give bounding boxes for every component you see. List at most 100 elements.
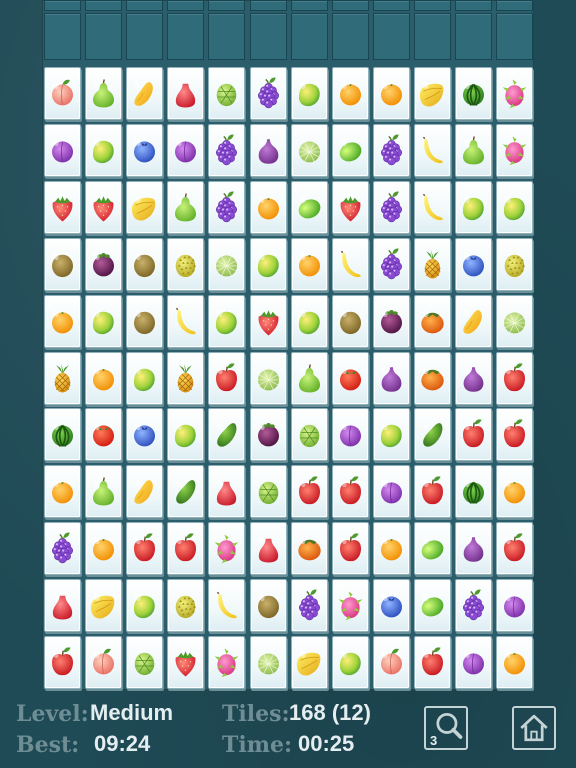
tile-tomato[interactable] [331, 351, 369, 405]
tile-mango[interactable] [290, 294, 328, 348]
tile-cherimoya[interactable] [290, 408, 328, 462]
tile-orange[interactable] [44, 465, 81, 519]
tile-apple[interactable] [413, 636, 451, 689]
tile-grapes[interactable] [44, 522, 81, 576]
tile-mango[interactable] [455, 180, 492, 234]
tile-mangosteen[interactable] [249, 408, 287, 462]
tile-cherimoya[interactable] [126, 636, 164, 689]
tile-cherimoya[interactable] [208, 67, 246, 120]
tile-pear[interactable] [85, 67, 123, 120]
tile-orange[interactable] [372, 522, 410, 576]
tile-persimmon[interactable] [413, 294, 451, 348]
tile-persimmon[interactable] [290, 522, 328, 576]
tile-dragonfruit[interactable] [496, 123, 534, 177]
tile-pear[interactable] [290, 351, 328, 405]
tile-apple[interactable] [167, 522, 205, 576]
tile-lime[interactable] [413, 522, 451, 576]
tile-apple[interactable] [496, 408, 534, 462]
tile-lime[interactable] [331, 123, 369, 177]
tile-apple[interactable] [208, 351, 246, 405]
tile-lime[interactable] [290, 180, 328, 234]
tile-strawberry[interactable] [85, 180, 123, 234]
tile-banana[interactable] [208, 579, 246, 633]
tile-mangosteen[interactable] [372, 294, 410, 348]
tile-watermelon[interactable] [44, 408, 81, 462]
tile-strawberry[interactable] [249, 294, 287, 348]
tile-orange[interactable] [496, 636, 534, 689]
tile-strawberry[interactable] [44, 180, 81, 234]
tile-peach[interactable] [372, 636, 410, 689]
tile-mango[interactable] [331, 636, 369, 689]
tile-melon[interactable] [290, 123, 328, 177]
tile-blueberry[interactable] [455, 237, 492, 291]
tile-apple[interactable] [496, 351, 534, 405]
tile-watermelon[interactable] [455, 465, 492, 519]
tile-orange[interactable] [85, 522, 123, 576]
tile-papaya[interactable] [455, 294, 492, 348]
tile-avocado[interactable] [208, 408, 246, 462]
tile-apple[interactable] [331, 465, 369, 519]
tile-orange[interactable] [496, 465, 534, 519]
tile-strawberry[interactable] [167, 636, 205, 689]
tile-apple[interactable] [455, 408, 492, 462]
tile-mango[interactable] [85, 294, 123, 348]
tile-avocado[interactable] [413, 408, 451, 462]
tile-banana[interactable] [331, 237, 369, 291]
tile-starfruit[interactable] [413, 67, 451, 120]
tile-grapes[interactable] [372, 237, 410, 291]
tile-dragonfruit[interactable] [208, 522, 246, 576]
tile-kiwi[interactable] [126, 237, 164, 291]
tile-mango[interactable] [208, 294, 246, 348]
tile-durian[interactable] [167, 579, 205, 633]
tile-apple[interactable] [413, 465, 451, 519]
tile-melon[interactable] [496, 294, 534, 348]
tile-apple[interactable] [126, 522, 164, 576]
tile-mango[interactable] [496, 180, 534, 234]
tile-grapes[interactable] [208, 123, 246, 177]
tile-apple[interactable] [44, 636, 81, 689]
tile-mangosteen[interactable] [85, 237, 123, 291]
tile-peach[interactable] [85, 636, 123, 689]
tile-wax-apple[interactable] [249, 522, 287, 576]
tile-pear[interactable] [167, 180, 205, 234]
tile-blueberry[interactable] [372, 579, 410, 633]
tile-durian[interactable] [167, 237, 205, 291]
tile-grapes[interactable] [249, 67, 287, 120]
tile-persimmon[interactable] [413, 351, 451, 405]
tile-banana[interactable] [167, 294, 205, 348]
tile-starfruit[interactable] [85, 579, 123, 633]
tile-kiwi[interactable] [331, 294, 369, 348]
tile-orange[interactable] [290, 237, 328, 291]
tile-grapes[interactable] [208, 180, 246, 234]
tile-dragonfruit[interactable] [331, 579, 369, 633]
tile-starfruit[interactable] [126, 180, 164, 234]
tile-avocado[interactable] [167, 465, 205, 519]
tile-dragonfruit[interactable] [208, 636, 246, 689]
tile-wax-apple[interactable] [44, 579, 81, 633]
tile-fig[interactable] [455, 522, 492, 576]
tile-mango[interactable] [85, 123, 123, 177]
tile-kiwi[interactable] [44, 237, 81, 291]
tile-grapes[interactable] [290, 579, 328, 633]
tile-strawberry[interactable] [331, 180, 369, 234]
tile-plum[interactable] [331, 408, 369, 462]
tile-pear[interactable] [455, 123, 492, 177]
tile-pineapple[interactable] [413, 237, 451, 291]
tile-plum[interactable] [167, 123, 205, 177]
tile-lime[interactable] [413, 579, 451, 633]
tile-starfruit[interactable] [290, 636, 328, 689]
tile-plum[interactable] [372, 465, 410, 519]
tile-banana[interactable] [413, 123, 451, 177]
tile-apple[interactable] [331, 522, 369, 576]
tile-watermelon[interactable] [455, 67, 492, 120]
tile-durian[interactable] [496, 237, 534, 291]
tile-banana[interactable] [413, 180, 451, 234]
tile-orange[interactable] [249, 180, 287, 234]
tile-mango[interactable] [372, 408, 410, 462]
tile-peach[interactable] [44, 67, 81, 120]
tile-blueberry[interactable] [126, 123, 164, 177]
tile-grapes[interactable] [372, 180, 410, 234]
tile-fig[interactable] [249, 123, 287, 177]
tile-fig[interactable] [455, 351, 492, 405]
tile-orange[interactable] [85, 351, 123, 405]
